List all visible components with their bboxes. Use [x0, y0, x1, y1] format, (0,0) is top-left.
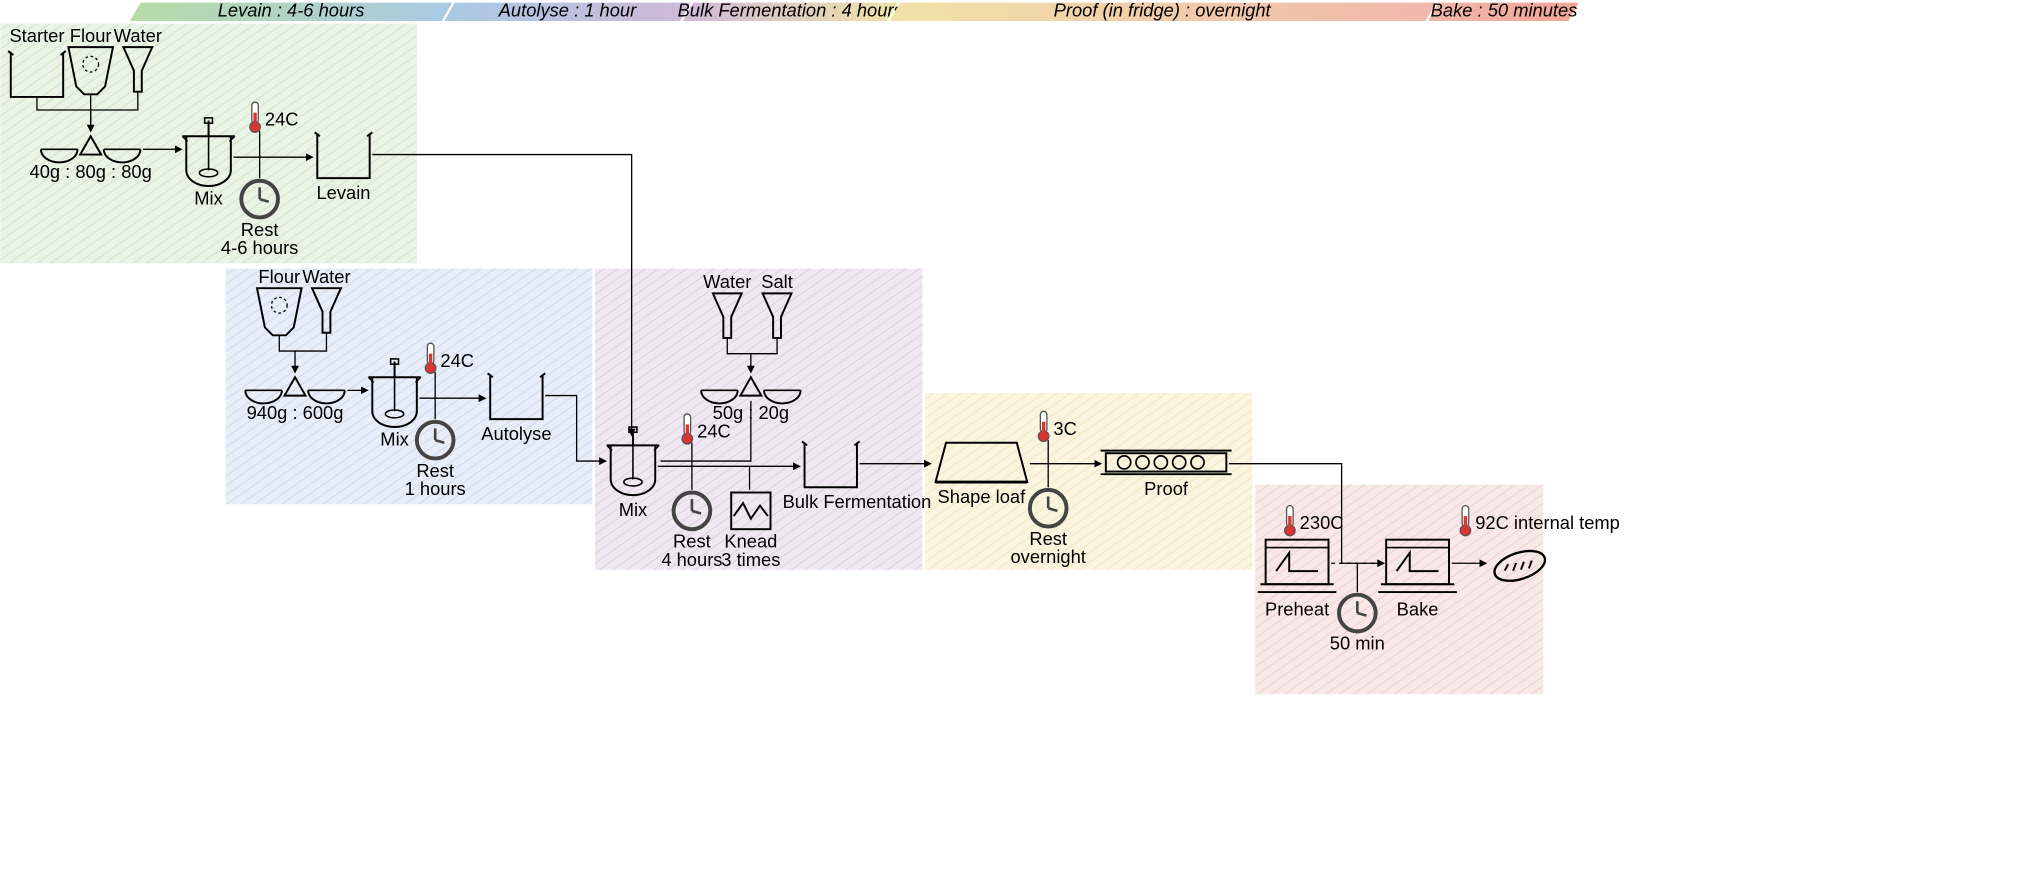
- levain-temp: 24C: [265, 109, 299, 130]
- flour-label-1: Flour: [70, 25, 112, 46]
- phase-bg-autolyse: [226, 269, 593, 505]
- salt-label: Salt: [761, 271, 793, 292]
- timeline-header: Levain : 4-6 hours Autolyse : 1 hour Bul…: [130, 0, 1579, 21]
- proof-rest-time: overnight: [1010, 546, 1085, 567]
- thermometer-icon: [682, 414, 692, 444]
- bulk-rest-time: 4 hours: [661, 549, 722, 570]
- levain-rest-time: 4-6 hours: [221, 237, 298, 258]
- autolyse-temp: 24C: [440, 350, 474, 371]
- phase-label-proof: Proof (in fridge) : overnight: [1054, 0, 1272, 21]
- proof-temp: 3C: [1053, 418, 1076, 439]
- phase-label-bulk: Bulk Fermentation : 4 hours: [678, 0, 903, 21]
- thermometer-icon: [425, 343, 435, 373]
- phase-label-autolyse: Autolyse : 1 hour: [498, 0, 637, 21]
- bulk-temp: 24C: [697, 420, 731, 441]
- levain-ratio: 40g : 80g : 80g: [30, 161, 152, 182]
- autolyse-rest-time: 1 hours: [405, 478, 466, 499]
- flour-label-2: Flour: [258, 266, 300, 287]
- bulk-mix-label: Mix: [619, 499, 648, 520]
- thermometer-icon: [250, 102, 260, 132]
- starter-label: Starter: [9, 25, 64, 46]
- thermometer-icon: [1038, 411, 1048, 441]
- autolyse-mix-label: Mix: [380, 428, 409, 449]
- levain-product: Levain: [316, 182, 370, 203]
- bake-temp: 230C: [1300, 512, 1344, 533]
- bulk-product: Bulk Fermentation: [783, 491, 932, 512]
- thermometer-icon: [1285, 506, 1295, 536]
- bulk-knead-times: 3 times: [721, 549, 780, 570]
- preheat-label: Preheat: [1265, 599, 1329, 620]
- phase-label-levain: Levain : 4-6 hours: [218, 0, 365, 21]
- water-label-2: Water: [302, 266, 350, 287]
- autolyse-product: Autolyse: [481, 423, 551, 444]
- bake-time: 50 min: [1330, 633, 1385, 654]
- phase-label-bake: Bake : 50 minutes: [1431, 0, 1578, 21]
- thermometer-icon: [1460, 506, 1470, 536]
- autolyse-ratio: 940g : 600g: [247, 402, 344, 423]
- final-temp: 92C internal temp: [1475, 512, 1620, 533]
- water-label-3: Water: [703, 271, 751, 292]
- water-label-1: Water: [114, 25, 162, 46]
- shape-label: Shape loaf: [938, 486, 1027, 507]
- proof-product: Proof: [1144, 478, 1189, 499]
- bake-label: Bake: [1397, 599, 1439, 620]
- levain-mix-label: Mix: [194, 187, 223, 208]
